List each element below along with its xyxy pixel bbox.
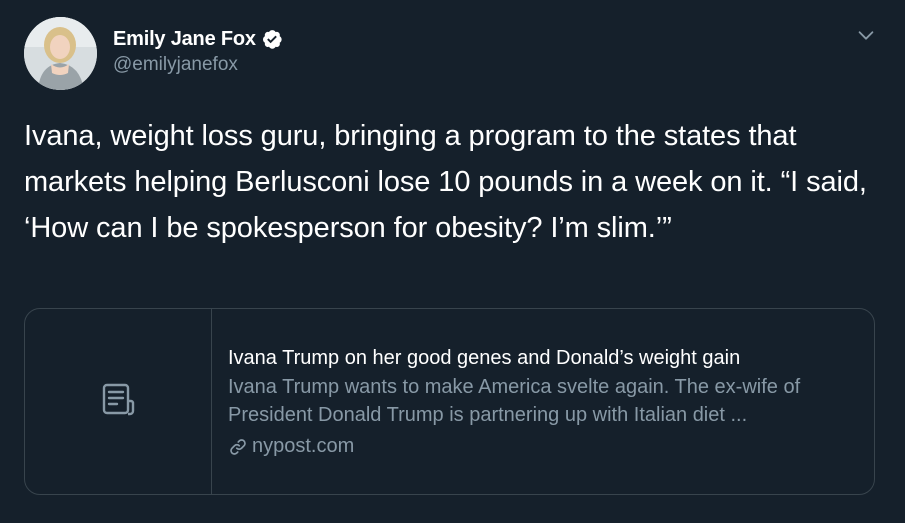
card-description: Ivana Trump wants to make America svelte… xyxy=(228,376,801,426)
card-domain: nypost.com xyxy=(252,435,355,457)
name-row: Emily Jane Fox xyxy=(113,26,283,52)
author-info: Emily Jane Fox @emilyjanefox xyxy=(113,26,283,76)
avatar[interactable] xyxy=(24,17,97,90)
tweet-text: Ivana, weight loss guru, bringing a prog… xyxy=(24,120,867,244)
handle[interactable]: @emilyjanefox xyxy=(113,54,283,76)
document-icon xyxy=(98,379,138,424)
verified-badge-icon xyxy=(261,28,283,50)
card-domain-row: nypost.com xyxy=(228,435,874,458)
card-thumbnail xyxy=(25,309,212,494)
display-name[interactable]: Emily Jane Fox xyxy=(113,28,256,51)
tweet-container: Emily Jane Fox @emilyjanefox Ivana, weig… xyxy=(0,0,905,523)
link-icon xyxy=(228,437,248,457)
link-card[interactable]: Ivana Trump on her good genes and Donald… xyxy=(24,308,875,495)
card-body: Ivana Trump on her good genes and Donald… xyxy=(212,309,874,494)
chevron-down-icon[interactable] xyxy=(855,24,877,46)
card-title: Ivana Trump on her good genes and Donald… xyxy=(228,347,741,369)
